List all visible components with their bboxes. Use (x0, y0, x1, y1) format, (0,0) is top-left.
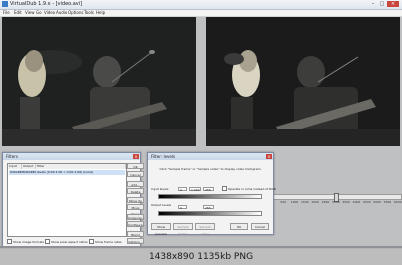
show-aspect-ratios-checkbox[interactable]: Show pixel aspect ratios (45, 239, 88, 245)
timeline-tick-label: 5000 (373, 200, 381, 204)
taskbar-strip (0, 246, 402, 248)
app-icon (2, 1, 8, 7)
output-white-field[interactable]: 255 (203, 205, 214, 210)
timeline-tick-label: 4500 (363, 200, 371, 204)
configure-button[interactable]: Configure... (127, 221, 145, 227)
input-white-field[interactable]: 255 (203, 187, 214, 192)
input-video-pane (2, 17, 196, 146)
sample-frame-button[interactable]: Sample frame (173, 223, 193, 236)
menu-tools[interactable]: Tools (84, 10, 94, 16)
row-output: 640x480 (23, 170, 37, 174)
row-filter: levels (0.00-1.00 > 0.00-1.00) (luma) (37, 170, 94, 174)
show-preview-button[interactable]: Show preview (151, 223, 171, 236)
filters-dialog-title: Filters (3, 153, 140, 160)
minimize-button[interactable]: – (369, 1, 377, 7)
timeline-tick-label: 4000 (352, 200, 361, 204)
maximize-button[interactable]: □ (378, 1, 386, 7)
desktop-screenshot: VirtualDub 1.9.x - [video.avi] – □ × Fil… (0, 0, 402, 248)
output-video-pane (206, 17, 400, 146)
timeline-tick-label: 3000 (332, 200, 340, 204)
blend-button[interactable]: Blend (127, 231, 144, 237)
timeline-tick-label: 6000 (394, 200, 402, 204)
menu-edit[interactable]: Edit (14, 10, 22, 16)
output-black-field[interactable]: 0 (178, 205, 187, 210)
cancel-button[interactable]: Cancel (251, 223, 269, 230)
timeline-tick-label: 1500 (301, 200, 309, 204)
menu-bar: File Edit View Go Video Audio Options To… (0, 10, 402, 17)
options-button[interactable]: Options... (127, 238, 144, 244)
window-title: VirtualDub 1.9.x - [video.avi] (10, 1, 83, 7)
input-gradient (158, 194, 262, 199)
close-button[interactable]: × (387, 1, 399, 7)
timeline-tick-label: 3500 (342, 200, 350, 204)
filter-list[interactable]: Input Output Filter 640x480 640x480 leve… (7, 163, 127, 237)
sample-video-button[interactable]: Sample video (195, 223, 215, 236)
row-input: 640x480 (10, 170, 24, 174)
filters-close-button[interactable]: × (133, 154, 139, 159)
show-frame-rates-checkbox[interactable]: Show frame rates (89, 239, 122, 245)
timeline-tick-label: 2500 (321, 200, 330, 204)
levels-close-button[interactable]: × (266, 154, 272, 159)
menu-audio[interactable]: Audio (56, 10, 67, 16)
window-titlebar: VirtualDub 1.9.x - [video.avi] – □ × (0, 0, 402, 10)
image-caption: 1438x890 1135kb PNG (0, 249, 402, 265)
filters-dialog: Filters × Input Output Filter 640x480 64… (2, 152, 145, 248)
table-row[interactable]: 640x480 640x480 levels (0.00-1.00 > 0.00… (9, 170, 125, 175)
menu-go[interactable]: Go (36, 10, 42, 16)
input-video-frame (2, 17, 196, 146)
delete-button[interactable]: Delete (127, 188, 144, 194)
luma-checkbox[interactable]: Operate in luma instead of RGB (222, 186, 276, 192)
column-filter[interactable]: Filter (36, 164, 126, 169)
menu-video[interactable]: Video (44, 10, 55, 16)
column-input[interactable]: Input (8, 164, 22, 169)
menu-options[interactable]: Options (68, 10, 83, 16)
input-black-field[interactable]: 0 (178, 187, 187, 192)
column-output[interactable]: Output (22, 164, 36, 169)
cropping-button[interactable]: Cropping... (127, 214, 144, 220)
add-button[interactable]: Add... (127, 181, 144, 187)
menu-view[interactable]: View (25, 10, 35, 16)
show-image-formats-checkbox[interactable]: Show image formats (7, 239, 44, 245)
move-up-button[interactable]: Move Up (127, 197, 144, 203)
output-gradient (158, 211, 262, 216)
histogram-hint: Click "Sample frame" or "Sample video" t… (159, 167, 262, 171)
timeline-tick-label: 2000 (311, 200, 319, 204)
levels-dialog-title: Filter: levels (148, 153, 273, 160)
cancel-button[interactable]: Cancel (127, 171, 144, 177)
menu-file[interactable]: File (3, 10, 10, 16)
input-levels-label: Input levels (151, 187, 169, 191)
timeline-tick-label: 5500 (383, 200, 392, 204)
menu-help[interactable]: Help (96, 10, 105, 16)
ok-button[interactable]: OK (230, 223, 248, 230)
levels-dialog: Filter: levels × Click "Sample frame" or… (147, 152, 276, 236)
timeline-tick-label: 1000 (290, 200, 299, 204)
timeline-tick-label: 500 (280, 200, 287, 204)
output-levels-label: Output levels (151, 203, 172, 207)
output-video-frame (206, 17, 400, 146)
ok-button[interactable]: OK (127, 163, 144, 169)
timeline-ticks: 0500100015002000250030003500400045005000… (270, 200, 402, 206)
move-down-button[interactable]: Move Down (127, 204, 144, 216)
input-gamma-field[interactable]: 1.000 (189, 187, 201, 192)
